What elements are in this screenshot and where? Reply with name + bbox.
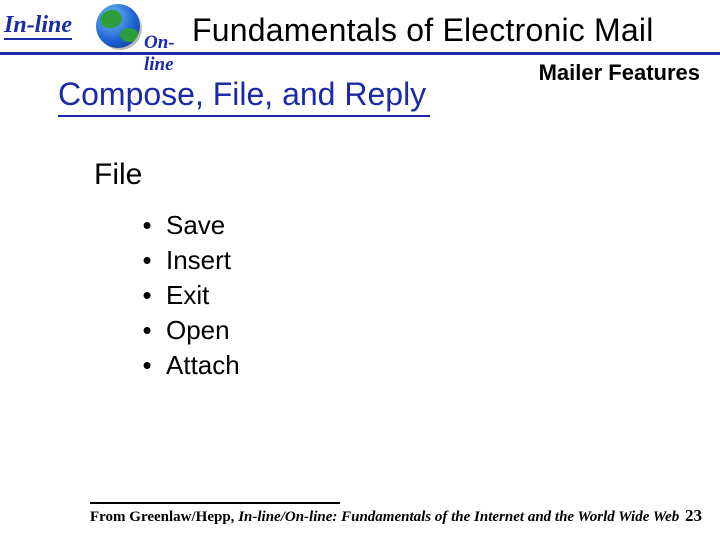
list-item: • Save xyxy=(140,208,240,243)
list-item-label: Insert xyxy=(166,243,231,278)
brand-logo: In-line On-line xyxy=(4,8,194,54)
slide: In-line On-line Fundamentals of Electron… xyxy=(0,0,720,540)
list-item-label: Exit xyxy=(166,278,209,313)
list-item: • Attach xyxy=(140,348,240,383)
footer-source: In-line/On-line: Fundamentals of the Int… xyxy=(238,509,679,525)
section-heading: File xyxy=(94,158,142,192)
list-item-label: Save xyxy=(166,208,225,243)
footer-citation: From Greenlaw/Hepp, In-line/On-line: Fun… xyxy=(90,509,679,526)
slide-topic: Mailer Features xyxy=(539,60,700,86)
bullet-list: • Save • Insert • Exit • Open • Attach xyxy=(140,208,240,383)
slide-header: In-line On-line Fundamentals of Electron… xyxy=(0,6,720,64)
bullet-dot-icon: • xyxy=(140,348,154,383)
globe-icon xyxy=(96,4,144,52)
slide-subtitle: Compose, File, and Reply xyxy=(58,76,426,113)
list-item: • Insert xyxy=(140,243,240,278)
slide-subtitle-underline xyxy=(58,115,430,117)
bullet-dot-icon: • xyxy=(140,208,154,243)
footer-prefix: From Greenlaw/Hepp, xyxy=(90,509,238,525)
list-item: • Exit xyxy=(140,278,240,313)
list-item-label: Attach xyxy=(166,348,240,383)
bullet-dot-icon: • xyxy=(140,313,154,348)
footer-rule xyxy=(90,502,340,504)
deck-title: Fundamentals of Electronic Mail xyxy=(192,12,712,49)
bullet-dot-icon: • xyxy=(140,278,154,313)
page-number: 23 xyxy=(685,506,702,526)
list-item-label: Open xyxy=(166,313,230,348)
list-item: • Open xyxy=(140,313,240,348)
bullet-dot-icon: • xyxy=(140,243,154,278)
logo-inline-underline xyxy=(4,38,72,40)
logo-inline-text: In-line xyxy=(4,12,72,39)
header-separator xyxy=(0,52,720,55)
